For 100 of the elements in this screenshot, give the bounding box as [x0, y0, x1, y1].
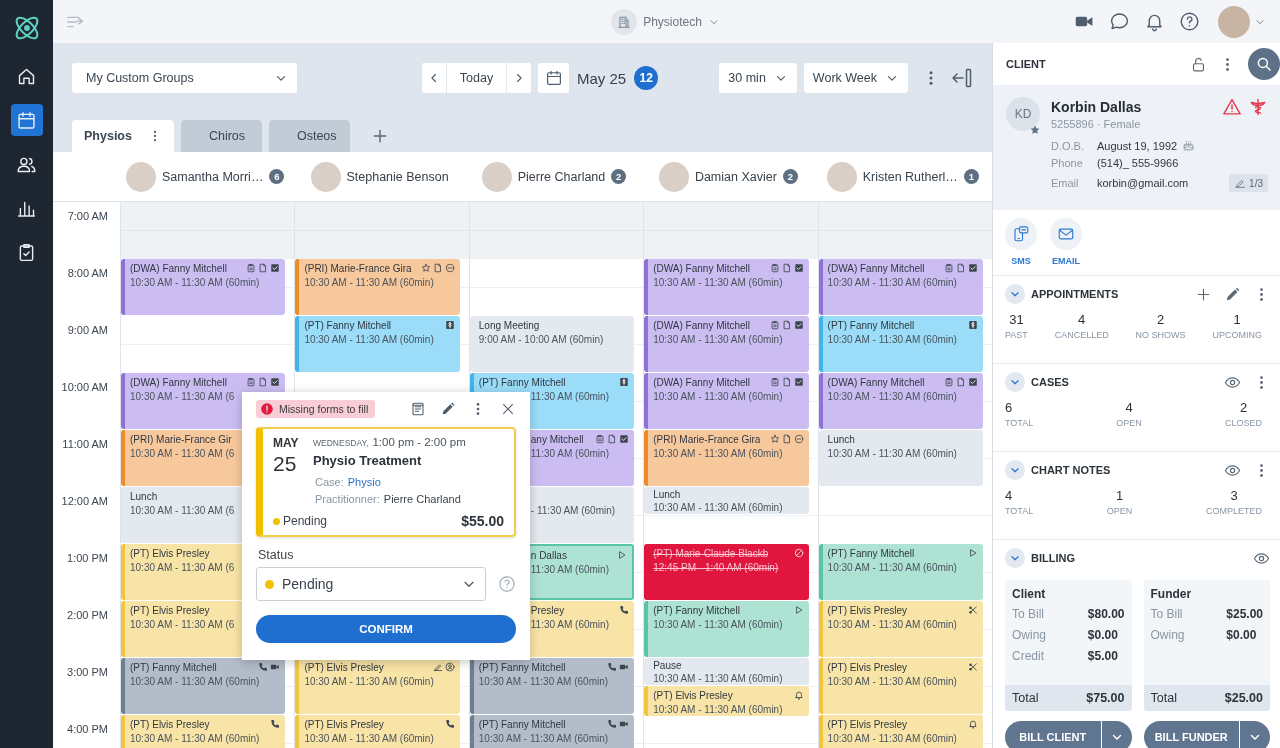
calendar-event[interactable]: (PRI) Marie-France Gira 10:30 AM - 11:30 AM (60min) [644, 430, 809, 486]
bill-options-button[interactable] [1240, 721, 1270, 748]
group-dropdown[interactable]: My Custom Groups [72, 63, 297, 93]
pencil-icon[interactable] [1224, 285, 1241, 303]
chat-icon[interactable] [1109, 11, 1130, 32]
event-time: 10:30 AM - 11:30 AM (60min) [827, 277, 957, 289]
calendar-event[interactable]: (PT) Fanny Mitchell 10:30 AM - 11:30 AM (60min) [469, 715, 635, 748]
billing-title: Client [1011, 586, 1047, 603]
event-time: 10:30 AM - 11:30 AM (60min) [653, 619, 783, 631]
event-title: (PT) Elvis Presley [827, 719, 908, 731]
calendar-event[interactable]: (PT) Elvis Presley 10:30 AM - 11:30 AM (60min) [121, 715, 286, 748]
calendar-event[interactable]: (DWA) Fanny Mitchell 10:30 AM - 11:30 AM (60min) [644, 259, 809, 315]
case-link[interactable]: Physio [347, 476, 381, 488]
bill-options-button[interactable] [1101, 721, 1132, 748]
calendar-event[interactable]: Lunch 10:30 AM - 11:30 AM (60min) [644, 487, 809, 514]
group-tab[interactable]: Chiros [180, 120, 262, 152]
forms-count-badge[interactable]: 1/3 [1229, 174, 1268, 192]
calendar-event[interactable]: (PT) Fanny Mitchell 10:30 AM - 11:30 AM (60min) [121, 658, 286, 714]
pencil-icon[interactable] [440, 401, 456, 417]
bill-button[interactable]: BILL CLIENT [1005, 721, 1102, 748]
document-icon [607, 434, 618, 444]
event-time: 10:30 AM - 11:30 AM (6 [130, 448, 235, 460]
mail-button[interactable] [1050, 218, 1082, 250]
play-icon [793, 605, 804, 615]
action-label[interactable]: EMAIL [1052, 256, 1080, 266]
action-label[interactable]: SMS [1011, 256, 1031, 266]
dollar-icon [619, 377, 630, 387]
current-date: May 25 [577, 69, 627, 87]
event-time: 11:30 AM (60min) [530, 448, 609, 460]
avatar [826, 161, 857, 192]
status-dropdown[interactable]: Pending [256, 567, 486, 601]
event-time: - 11:30 AM (60min) [530, 505, 616, 517]
calendar-event[interactable]: (DWA) Fanny Mitchell 10:30 AM - 11:30 AM (60min) [818, 259, 983, 315]
calendar-event[interactable]: (PT) Fanny Mitchell 10:30 AM - 11:30 AM (60min) [644, 601, 809, 657]
calendar-event[interactable]: (PT) Elvis Presley 10:30 AM - 11:30 AM (60min) [818, 715, 983, 748]
document-icon [781, 320, 792, 330]
status-text: Pending [283, 514, 328, 528]
stat-value: 1 [1115, 488, 1124, 503]
section-title: BILLING [1031, 552, 1075, 564]
calendar-event[interactable]: (DWA) Fanny Mitchell 10:30 AM - 11:30 AM (60min) [644, 373, 809, 429]
calendar-event[interactable]: (PT) Fanny Mitchell 10:30 AM - 11:30 AM (60min) [818, 316, 983, 372]
close-icon[interactable] [500, 401, 516, 417]
billing-amount: $80.00 [1087, 607, 1125, 621]
interval-dropdown[interactable]: 30 min [719, 63, 797, 93]
practitioner-name: Stephanie Benson [346, 169, 449, 184]
calendar-event[interactable]: (PRI) Marie-France Gira 10:30 AM - 11:30 AM (60min) [295, 259, 460, 315]
help-icon[interactable] [1179, 11, 1200, 32]
today-button[interactable]: Today [446, 63, 507, 93]
calendar-event[interactable]: (DWA) Fanny Mitchell 10:30 AM - 11:30 AM (60min) [818, 373, 983, 429]
search-button[interactable] [1248, 48, 1280, 80]
event-title: (DWA) Fanny Mitchell [653, 320, 751, 332]
expand-toggle[interactable] [1005, 284, 1025, 304]
calendar-icon [544, 69, 563, 87]
bill-button[interactable]: BILL FUNDER [1143, 721, 1240, 748]
calendar-event[interactable]: Long Meeting 9:00 AM - 10:00 AM (60min) [469, 316, 635, 372]
calendar-event[interactable]: (PT) Elvis Presley 10:30 AM - 11:30 AM (60min) [295, 658, 460, 714]
phone-icon [258, 662, 269, 672]
confirm-button[interactable]: CONFIRM [256, 615, 516, 643]
unlocked-icon[interactable] [1190, 55, 1207, 73]
notes-icon[interactable] [410, 401, 426, 417]
total-label: Total [1150, 691, 1177, 705]
event-title: (PT) Elvis Presley [130, 719, 210, 731]
event-title: (PT) Elvis Presley [130, 605, 210, 617]
checkbox-icon [793, 320, 804, 330]
expand-toggle[interactable] [1005, 548, 1025, 568]
calendar-event[interactable]: (PT) Fanny Mitchell 10:30 AM - 11:30 AM (60min) [469, 658, 635, 714]
clipboard-icon [246, 377, 257, 387]
calendar-event[interactable]: Lunch 10:30 AM - 11:30 AM (60min) [818, 430, 983, 486]
calendar-event[interactable]: (PT) Elvis Presley 10:30 AM - 11:30 AM (60min) [644, 686, 809, 716]
billing-amount: $0.00 [1226, 628, 1258, 642]
collapse-panel-icon[interactable] [950, 66, 974, 90]
calendar-event[interactable]: (DWA) Fanny Mitchell 10:30 AM - 11:30 AM (60min) [644, 316, 809, 372]
organization-selector[interactable]: Physiotech [611, 8, 720, 35]
phone-icon [444, 719, 455, 729]
scissors-icon [968, 605, 978, 615]
group-tab[interactable]: Osteos [268, 120, 350, 152]
cake-icon [1182, 139, 1196, 152]
date-picker-button[interactable] [538, 63, 569, 93]
time-label: 9:00 AM [67, 324, 108, 336]
event-title: Long Meeting [478, 320, 540, 332]
calendar-event[interactable]: (PT) Fanny Mitchell 10:30 AM - 11:30 AM (60min) [295, 316, 460, 372]
checkbox-icon [270, 263, 281, 273]
group-tab[interactable]: Physios [72, 120, 174, 152]
calendar-event[interactable]: Pause 10:30 AM - 11:30 AM (60min) [644, 658, 809, 685]
calendar-event[interactable]: (PT) Elvis Presley 10:30 AM - 11:30 AM (60min) [818, 658, 983, 714]
event-time: 10:30 AM - 11:30 AM (60min) [653, 391, 783, 403]
expand-toggle[interactable] [1005, 460, 1025, 480]
message-button[interactable] [1005, 218, 1037, 250]
calendar-event[interactable]: (DWA) Fanny Mitchell 10:30 AM - 11:30 AM (60min) [121, 259, 286, 315]
expand-toggle[interactable] [1005, 372, 1025, 392]
calendar-event[interactable]: (PT) Fanny Mitchell 10:30 AM - 11:30 AM (60min) [818, 544, 983, 600]
billing-amount: $0.00 [1087, 628, 1119, 642]
calendar-event[interactable]: (PT) Elvis Presley 10:30 AM - 11:30 AM (60min) [818, 601, 983, 657]
billing-label: Credit [1012, 649, 1045, 663]
stat-label: CLOSED [1225, 418, 1262, 428]
calendar-event[interactable]: (PT) Elvis Presley 10:30 AM - 11:30 AM (60min) [295, 715, 460, 748]
nav-calendar-button[interactable] [10, 104, 43, 136]
event-title: (PT) Elvis Presley [130, 548, 210, 560]
appointment-title: Physio Treatment [313, 453, 423, 468]
view-dropdown[interactable]: Work Week [803, 63, 908, 93]
